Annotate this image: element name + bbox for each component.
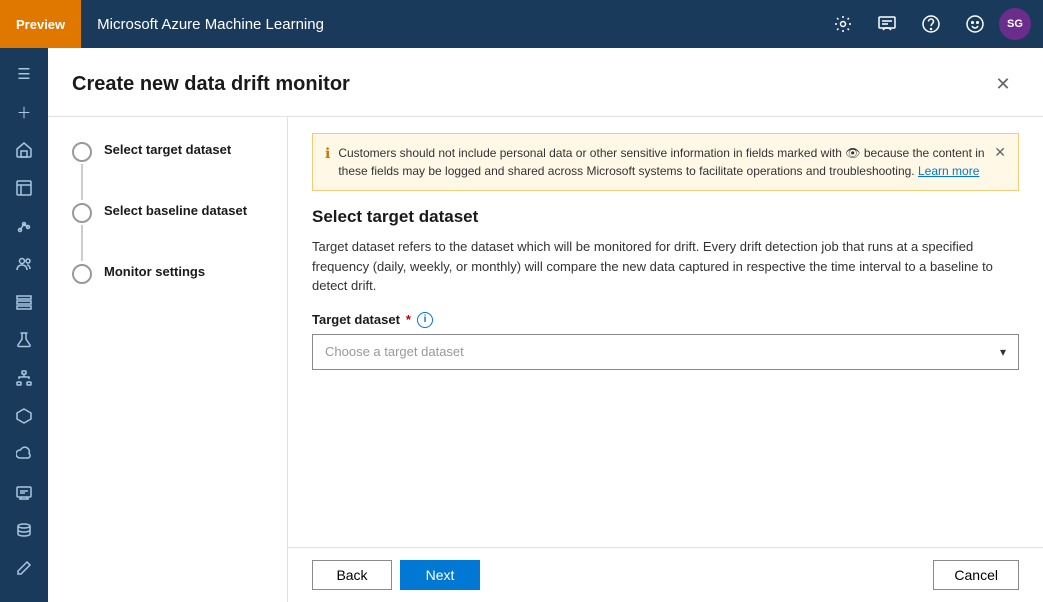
learn-more-link[interactable]: Learn more (918, 164, 979, 178)
warning-text: Customers should not include personal da… (338, 144, 986, 180)
sidebar: ☰ ＋ (0, 48, 48, 602)
dialog-body: Select target dataset Select baseline da… (48, 117, 1043, 602)
sidebar-item-storage[interactable] (4, 512, 44, 548)
sidebar-item-experiments[interactable] (4, 208, 44, 244)
sidebar-item-data[interactable] (4, 170, 44, 206)
warning-icon: ℹ (325, 145, 330, 162)
dialog-footer: Back Next Cancel (288, 547, 1043, 602)
avatar[interactable]: SG (999, 8, 1031, 40)
sidebar-item-edit[interactable] (4, 550, 44, 586)
step-connector-1 (81, 164, 83, 200)
select-placeholder: Choose a target dataset (325, 344, 464, 359)
sidebar-item-menu[interactable]: ☰ (4, 56, 44, 92)
step-3-circle (72, 264, 92, 284)
cancel-button[interactable]: Cancel (933, 560, 1019, 590)
dialog-title: Create new data drift monitor (72, 73, 350, 96)
sidebar-item-network[interactable] (4, 360, 44, 396)
step-connector-2 (81, 225, 83, 261)
smiley-icon[interactable] (955, 4, 995, 44)
chevron-down-icon: ▾ (1000, 345, 1006, 359)
step-3-label: Monitor settings (104, 263, 205, 279)
step-2: Select baseline dataset (72, 202, 263, 223)
field-label-target: Target dataset * i (312, 312, 1019, 328)
step-1-circle (72, 142, 92, 162)
section-title: Select target dataset (312, 207, 1019, 227)
target-dataset-select[interactable]: Choose a target dataset ▾ (312, 334, 1019, 370)
feedback-icon[interactable] (867, 4, 907, 44)
back-button[interactable]: Back (312, 560, 392, 590)
step-2-circle (72, 203, 92, 223)
sidebar-item-pipelines[interactable] (4, 284, 44, 320)
step-3: Monitor settings (72, 263, 263, 284)
close-button[interactable]: ✕ (987, 68, 1019, 100)
section-desc: Target dataset refers to the dataset whi… (312, 237, 1019, 296)
sidebar-item-models[interactable] (4, 398, 44, 434)
form-area: ℹ Customers should not include personal … (288, 117, 1043, 602)
sidebar-item-add[interactable]: ＋ (4, 94, 44, 130)
help-icon[interactable] (911, 4, 951, 44)
sidebar-item-people[interactable] (4, 246, 44, 282)
warning-banner: ℹ Customers should not include personal … (312, 133, 1019, 191)
preview-label: Preview (0, 0, 81, 48)
warning-close-button[interactable]: ✕ (994, 144, 1006, 161)
sidebar-item-cloud[interactable] (4, 436, 44, 472)
next-button[interactable]: Next (400, 560, 480, 590)
steps-panel: Select target dataset Select baseline da… (48, 117, 288, 602)
step-2-label: Select baseline dataset (104, 202, 247, 218)
content-area: Create new data drift monitor ✕ Select t… (48, 48, 1043, 602)
field-info-icon[interactable]: i (417, 312, 433, 328)
main-content: ℹ Customers should not include personal … (288, 117, 1043, 547)
sidebar-item-home[interactable] (4, 132, 44, 168)
app-title: Microsoft Azure Machine Learning (81, 16, 823, 33)
eye-icon: 👁 (845, 146, 864, 160)
topbar-icons: SG (823, 4, 1043, 44)
dialog-header: Create new data drift monitor ✕ (48, 48, 1043, 117)
required-star: * (406, 312, 411, 327)
sidebar-item-flask[interactable] (4, 322, 44, 358)
sidebar-item-compute[interactable] (4, 474, 44, 510)
settings-icon[interactable] (823, 4, 863, 44)
step-1: Select target dataset (72, 141, 263, 162)
step-1-label: Select target dataset (104, 141, 231, 157)
